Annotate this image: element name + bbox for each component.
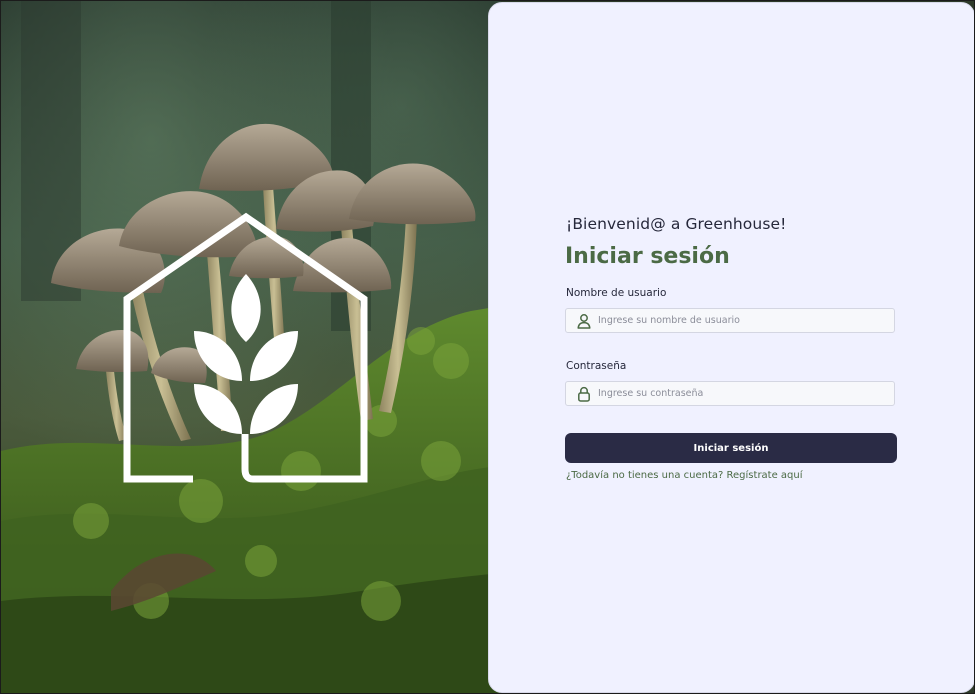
mushroom-moss-image [1,1,501,693]
hero-photo [1,1,501,693]
app-window: ¡Bienvenid@ a Greenhouse! Iniciar sesión… [0,0,975,694]
login-button[interactable]: Iniciar sesión [565,433,897,463]
user-icon [576,313,592,329]
lock-icon [576,386,592,402]
username-input[interactable] [598,309,888,332]
register-link[interactable]: Regístrate aquí [727,470,803,481]
password-field-box[interactable] [565,381,895,406]
password-input[interactable] [598,382,888,405]
username-field-box[interactable] [565,308,895,333]
page-title: Iniciar sesión [565,244,730,269]
username-label: Nombre de usuario [566,287,667,299]
login-panel: ¡Bienvenid@ a Greenhouse! Iniciar sesión… [488,2,974,693]
register-prompt-text: ¿Todavía no tienes una cuenta? [566,470,724,481]
register-prompt: ¿Todavía no tienes una cuenta? Regístrat… [566,470,803,481]
welcome-heading: ¡Bienvenid@ a Greenhouse! [566,215,787,233]
password-label: Contraseña [566,360,627,372]
